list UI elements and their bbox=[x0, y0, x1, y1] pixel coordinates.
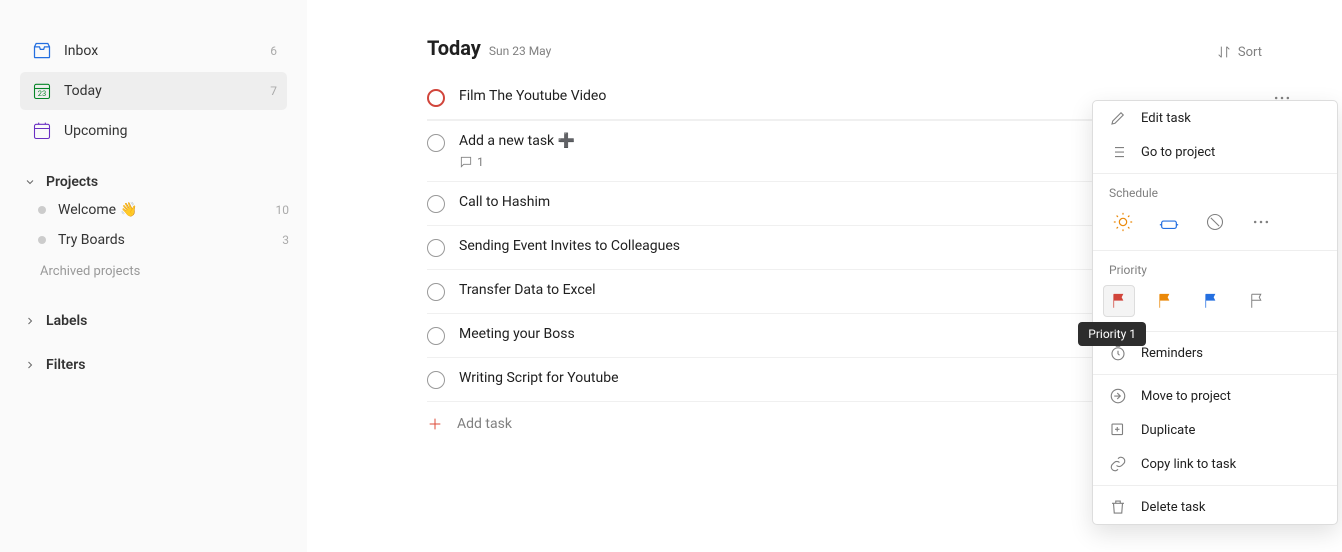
menu-copy-link[interactable]: Copy link to task bbox=[1093, 447, 1337, 481]
list-icon bbox=[1109, 143, 1127, 161]
task-title: Sending Event Invites to Colleagues bbox=[459, 238, 680, 254]
nav-upcoming[interactable]: Upcoming bbox=[20, 112, 287, 150]
task-title: Film The Youtube Video bbox=[459, 88, 606, 104]
priority-4-button[interactable] bbox=[1241, 285, 1273, 317]
schedule-today-button[interactable] bbox=[1109, 208, 1137, 236]
nav-inbox[interactable]: Inbox 6 bbox=[20, 32, 287, 70]
project-try-boards[interactable]: Try Boards 3 bbox=[28, 226, 299, 254]
schedule-more-button[interactable] bbox=[1247, 208, 1275, 236]
priority-2-button[interactable] bbox=[1149, 285, 1181, 317]
upcoming-icon bbox=[30, 119, 54, 143]
nav-label: Inbox bbox=[64, 43, 270, 59]
duplicate-icon bbox=[1109, 421, 1127, 439]
menu-priority-row bbox=[1093, 281, 1337, 327]
projects-header[interactable]: Projects bbox=[0, 152, 307, 196]
inbox-icon bbox=[30, 39, 54, 63]
menu-go-to-project[interactable]: Go to project bbox=[1093, 135, 1337, 169]
menu-schedule-label: Schedule bbox=[1093, 178, 1337, 204]
menu-duplicate[interactable]: Duplicate bbox=[1093, 413, 1337, 447]
nav-label: Upcoming bbox=[64, 123, 277, 139]
filters-header-label: Filters bbox=[46, 357, 85, 373]
project-count: 3 bbox=[282, 233, 289, 247]
priority-3-button[interactable] bbox=[1195, 285, 1227, 317]
sidebar: Inbox 6 23 Today 7 Upcoming bbox=[0, 0, 307, 552]
projects-header-label: Projects bbox=[46, 174, 98, 190]
schedule-tomorrow-button[interactable] bbox=[1155, 208, 1183, 236]
task-title: Transfer Data to Excel bbox=[459, 282, 596, 298]
project-label: Welcome👋 bbox=[58, 202, 276, 218]
priority-1-button[interactable] bbox=[1103, 285, 1135, 317]
add-task-label: Add task bbox=[457, 416, 512, 432]
project-dot-icon bbox=[38, 206, 46, 214]
task-checkbox[interactable] bbox=[427, 283, 445, 301]
menu-separator bbox=[1093, 173, 1337, 174]
nav-count: 6 bbox=[270, 44, 277, 58]
task-checkbox[interactable] bbox=[427, 371, 445, 389]
nav-label: Today bbox=[64, 83, 270, 99]
chevron-right-icon bbox=[20, 359, 40, 371]
task-checkbox[interactable] bbox=[427, 195, 445, 213]
menu-move-to-project[interactable]: Move to project bbox=[1093, 379, 1337, 413]
project-label: Try Boards bbox=[58, 232, 282, 248]
task-checkbox[interactable] bbox=[427, 239, 445, 257]
page-title: Today bbox=[427, 36, 481, 60]
task-checkbox[interactable] bbox=[427, 134, 445, 152]
archived-projects[interactable]: Archived projects bbox=[0, 256, 307, 279]
priority-tooltip: Priority 1 bbox=[1078, 322, 1146, 346]
nav-today[interactable]: 23 Today 7 bbox=[20, 72, 287, 110]
task-title: Call to Hashim bbox=[459, 194, 550, 210]
project-dot-icon bbox=[38, 236, 46, 244]
plus-icon bbox=[427, 416, 443, 432]
filters-header[interactable]: Filters bbox=[0, 335, 307, 379]
schedule-nodate-button[interactable] bbox=[1201, 208, 1229, 236]
svg-text:23: 23 bbox=[38, 89, 46, 98]
sort-button[interactable]: Sort bbox=[1216, 44, 1262, 60]
chevron-down-icon bbox=[20, 176, 40, 188]
task-checkbox[interactable] bbox=[427, 327, 445, 345]
task-title: Writing Script for Youtube bbox=[459, 370, 619, 386]
nav-count: 7 bbox=[270, 84, 277, 98]
labels-header-label: Labels bbox=[46, 313, 87, 329]
trash-icon bbox=[1109, 498, 1127, 516]
today-icon: 23 bbox=[30, 79, 54, 103]
task-context-menu: Edit task Go to project Schedule Priorit… bbox=[1092, 100, 1338, 525]
chevron-right-icon bbox=[20, 315, 40, 327]
menu-separator bbox=[1093, 485, 1337, 486]
pencil-icon bbox=[1109, 109, 1127, 127]
page-subtitle: Sun 23 May bbox=[489, 44, 551, 58]
arrow-right-circle-icon bbox=[1109, 387, 1127, 405]
link-icon bbox=[1109, 455, 1127, 473]
project-count: 10 bbox=[276, 203, 290, 217]
labels-header[interactable]: Labels bbox=[0, 279, 307, 335]
menu-delete-task[interactable]: Delete task bbox=[1093, 490, 1337, 524]
menu-priority-label: Priority bbox=[1093, 255, 1337, 281]
sort-icon bbox=[1216, 44, 1232, 60]
clock-icon bbox=[1109, 344, 1127, 362]
task-title: Meeting your Boss bbox=[459, 326, 575, 342]
menu-schedule-row bbox=[1093, 204, 1337, 246]
menu-separator bbox=[1093, 250, 1337, 251]
project-welcome[interactable]: Welcome👋 10 bbox=[28, 196, 299, 224]
task-checkbox[interactable] bbox=[427, 89, 445, 107]
menu-edit-task[interactable]: Edit task bbox=[1093, 101, 1337, 135]
sort-label: Sort bbox=[1238, 45, 1262, 60]
menu-separator bbox=[1093, 374, 1337, 375]
